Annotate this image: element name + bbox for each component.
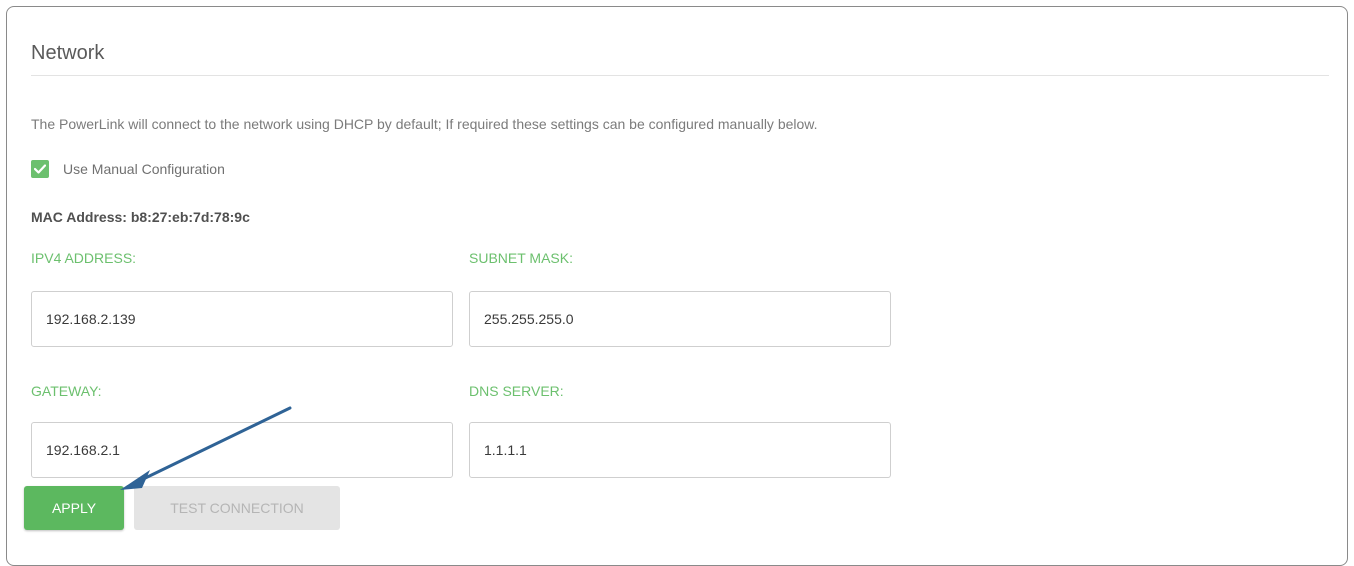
page-title: Network <box>31 42 105 64</box>
mac-address: MAC Address: b8:27:eb:7d:78:9c <box>31 209 250 225</box>
manual-config-row[interactable]: Use Manual Configuration <box>31 159 225 179</box>
manual-config-checkbox[interactable] <box>31 160 49 178</box>
manual-config-label: Use Manual Configuration <box>63 161 225 177</box>
subnet-label: SUBNET MASK: <box>469 250 573 266</box>
gateway-input[interactable] <box>31 422 453 478</box>
ipv4-label: IPV4 ADDRESS: <box>31 250 137 266</box>
subnet-mask-input[interactable] <box>469 291 891 347</box>
gateway-label: GATEWAY: <box>31 383 102 399</box>
network-panel: Network The PowerLink will connect to th… <box>6 6 1348 566</box>
test-connection-button[interactable]: TEST CONNECTION <box>134 486 340 530</box>
network-description: The PowerLink will connect to the networ… <box>31 116 818 132</box>
title-divider <box>31 75 1329 76</box>
dns-server-input[interactable] <box>469 422 891 478</box>
checkmark-icon <box>34 164 46 174</box>
apply-button[interactable]: APPLY <box>24 486 124 530</box>
dns-label: DNS SERVER: <box>469 383 564 399</box>
ipv4-input[interactable] <box>31 291 453 347</box>
